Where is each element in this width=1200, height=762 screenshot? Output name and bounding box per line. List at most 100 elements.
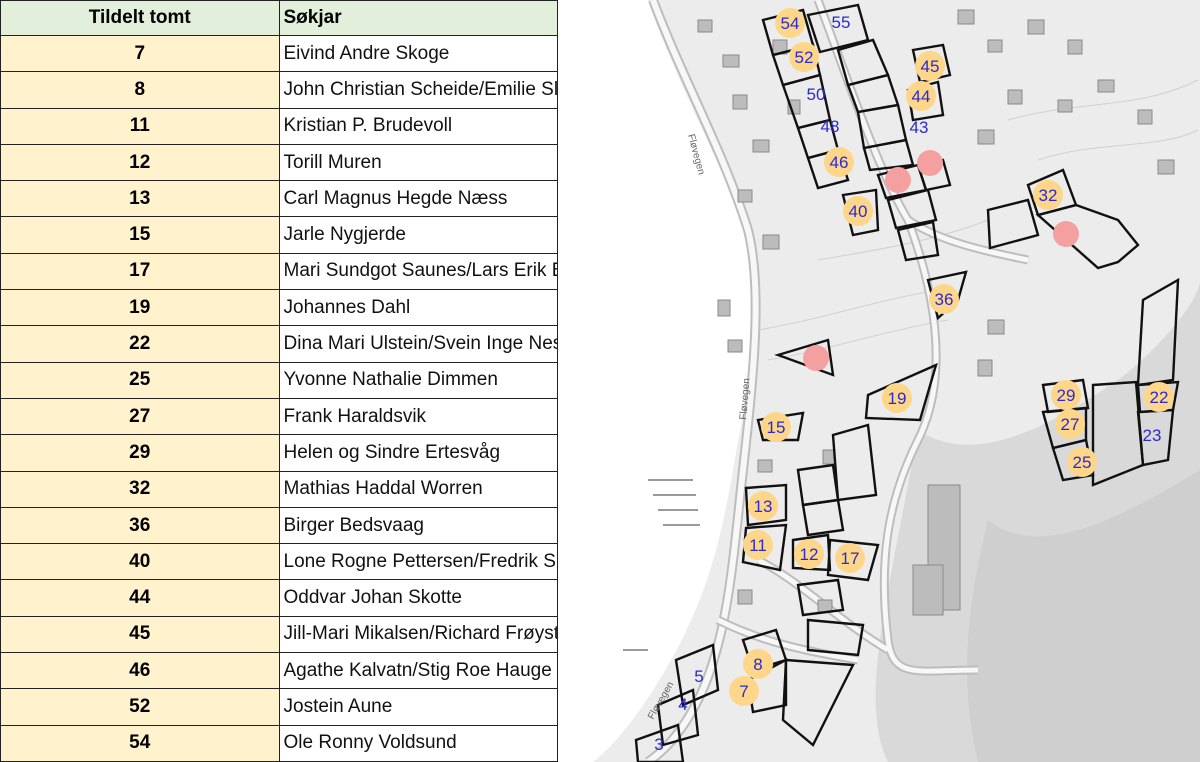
plot-label: 11 [749, 536, 767, 555]
plot-marker-52[interactable]: 52 [789, 42, 819, 72]
plot-label: 8 [753, 655, 762, 674]
plot-label-unassigned: 5 [694, 667, 703, 686]
plot-number-cell: 15 [0, 216, 280, 254]
plot-number-cell: 12 [0, 143, 280, 182]
plot-label: 7 [739, 682, 748, 701]
table-row: 45 Jill-Mari Mikalsen/Richard Frøystad [0, 615, 558, 654]
applicant-name-cell: Jill-Mari Mikalsen/Richard Frøystad [278, 615, 558, 654]
plot-label-unassigned: 4 [678, 695, 687, 714]
table-row: 17 Mari Sundgot Saunes/Lars Erik Bøe [0, 252, 558, 291]
plot-marker-36[interactable]: 36 [929, 284, 959, 314]
applicant-name-cell: Kristian P. Brudevoll [278, 107, 558, 145]
table-row: 44 Oddvar Johan Skotte [0, 579, 558, 617]
applicant-name-cell: Ole Ronny Voldsund [278, 724, 558, 762]
plot-label-unassigned: 3 [654, 735, 663, 754]
table-row: 25 Yvonne Nathalie Dimmen [0, 361, 558, 399]
plot-number-cell: 7 [0, 34, 280, 73]
plot-label: 46 [830, 153, 849, 172]
applicant-name-cell: Eivind Andre Skoge [278, 34, 558, 73]
plot-number-cell: 17 [0, 252, 280, 291]
applicant-name-cell: Birger Bedsvaag [278, 506, 558, 545]
plot-number-cell: 19 [0, 289, 280, 327]
applicant-name-cell: Jarle Nygjerde [278, 216, 558, 254]
plot-number-cell: 54 [0, 724, 280, 762]
plot-label: 29 [1057, 386, 1076, 405]
plot-number-cell: 11 [0, 107, 280, 145]
plot-label-unassigned: 50 [807, 85, 826, 104]
applicant-name-cell: Carl Magnus Hegde Næss [278, 180, 558, 218]
plot-number-cell: 13 [0, 180, 280, 218]
plot-marker-15[interactable]: 15 [761, 412, 791, 442]
plot-label: 40 [849, 202, 868, 221]
table-row: 40Lone Rogne Pettersen/Fredrik Sundal [0, 543, 558, 581]
plot-marker-29[interactable]: 29 [1051, 380, 1081, 410]
plot-marker-11[interactable]: 11 [743, 530, 773, 560]
plot-label: 17 [841, 549, 860, 568]
plot-label: 12 [800, 545, 819, 564]
plot-label: 25 [1073, 453, 1092, 472]
plot-marker-22[interactable]: 22 [1144, 382, 1174, 412]
plot-label: 32 [1039, 186, 1058, 205]
applicant-name-cell: Frank Haraldsvik [278, 397, 558, 436]
plot-label-unassigned: 43 [910, 118, 929, 137]
plot-marker-40[interactable]: 40 [843, 196, 873, 226]
applicant-name-cell: Jostein Aune [278, 688, 558, 726]
plot-marker-17[interactable]: 17 [835, 543, 865, 573]
plot-marker-46[interactable]: 46 [824, 147, 854, 177]
table-row: 52 Jostein Aune [0, 688, 558, 726]
table-row: 19 Johannes Dahl [0, 289, 558, 327]
site-map: 54 52 46 45 44 40 36 32 29 27 25 22 19 1… [558, 0, 1200, 762]
allocation-table: Tildelt tomt Søkjar 7 Eivind Andre Skoge 8… [0, 0, 558, 762]
table-row: 13 Carl Magnus Hegde Næss [0, 180, 558, 218]
plot-marker-32[interactable]: 32 [1033, 180, 1063, 210]
plot-number-cell: 52 [0, 688, 280, 726]
table-row: 8John Christian Scheide/Emilie Slotterøy… [0, 71, 558, 109]
plot-marker-13[interactable]: 13 [748, 491, 778, 521]
table-row: 7 Eivind Andre Skoge [0, 34, 558, 73]
applicant-name-cell: Helen og Sindre Ertesvåg [278, 434, 558, 472]
plot-number-cell: 45 [0, 615, 280, 654]
plot-number-cell: 40 [0, 543, 280, 581]
table-row: 11 Kristian P. Brudevoll [0, 107, 558, 145]
plot-number-cell: 32 [0, 470, 280, 508]
plot-marker-44[interactable]: 44 [906, 81, 936, 111]
plot-marker-7[interactable]: 7 [729, 676, 759, 706]
plot-label: 52 [795, 48, 814, 67]
plot-number-cell: 22 [0, 325, 280, 363]
plot-label: 36 [935, 290, 954, 309]
reserved-marker [917, 150, 943, 176]
plot-label: 27 [1061, 415, 1080, 434]
table-row: 29 Helen og Sindre Ertesvåg [0, 434, 558, 472]
plot-marker-8[interactable]: 8 [743, 649, 773, 679]
reserved-marker [885, 167, 911, 193]
plot-marker-27[interactable]: 27 [1055, 409, 1085, 439]
applicant-name-cell: Agathe Kalvatn/Stig Roe Hauge [278, 652, 558, 690]
plot-label-unassigned: 55 [832, 13, 851, 32]
plot-marker-19[interactable]: 19 [882, 383, 912, 413]
applicant-name-cell: Lone Rogne Pettersen/Fredrik Sundal [278, 543, 558, 581]
plot-label: 15 [767, 418, 786, 437]
applicant-name-cell: Yvonne Nathalie Dimmen [278, 361, 558, 399]
plot-marker-25[interactable]: 25 [1067, 447, 1097, 477]
plot-number-cell: 44 [0, 579, 280, 617]
plot-label: 44 [912, 87, 931, 106]
header-plot: Tildelt tomt [0, 0, 280, 36]
plot-label: 19 [888, 389, 907, 408]
plot-number-cell: 36 [0, 506, 280, 545]
plot-label: 54 [781, 14, 800, 33]
table-header-row: Tildelt tomt Søkjar [0, 0, 558, 36]
plot-label: 22 [1150, 388, 1169, 407]
plot-marker-45[interactable]: 45 [915, 51, 945, 81]
applicant-name-cell: Dina Mari Ulstein/Svein Inge Nesset [278, 325, 558, 363]
plot-marker-54[interactable]: 54 [775, 8, 805, 38]
plot-label: 45 [921, 57, 940, 76]
applicant-name-cell: Johannes Dahl [278, 289, 558, 327]
plot-number-cell: 46 [0, 652, 280, 690]
table-row: 36 Birger Bedsvaag [0, 506, 558, 545]
plot-label-unassigned: 48 [821, 117, 840, 136]
table-row: 12 Torill Muren [0, 143, 558, 182]
plot-number-cell: 27 [0, 397, 280, 436]
plot-number-cell: 8 [0, 71, 280, 109]
table-row: 22 Dina Mari Ulstein/Svein Inge Nesset [0, 325, 558, 363]
plot-marker-12[interactable]: 12 [794, 539, 824, 569]
